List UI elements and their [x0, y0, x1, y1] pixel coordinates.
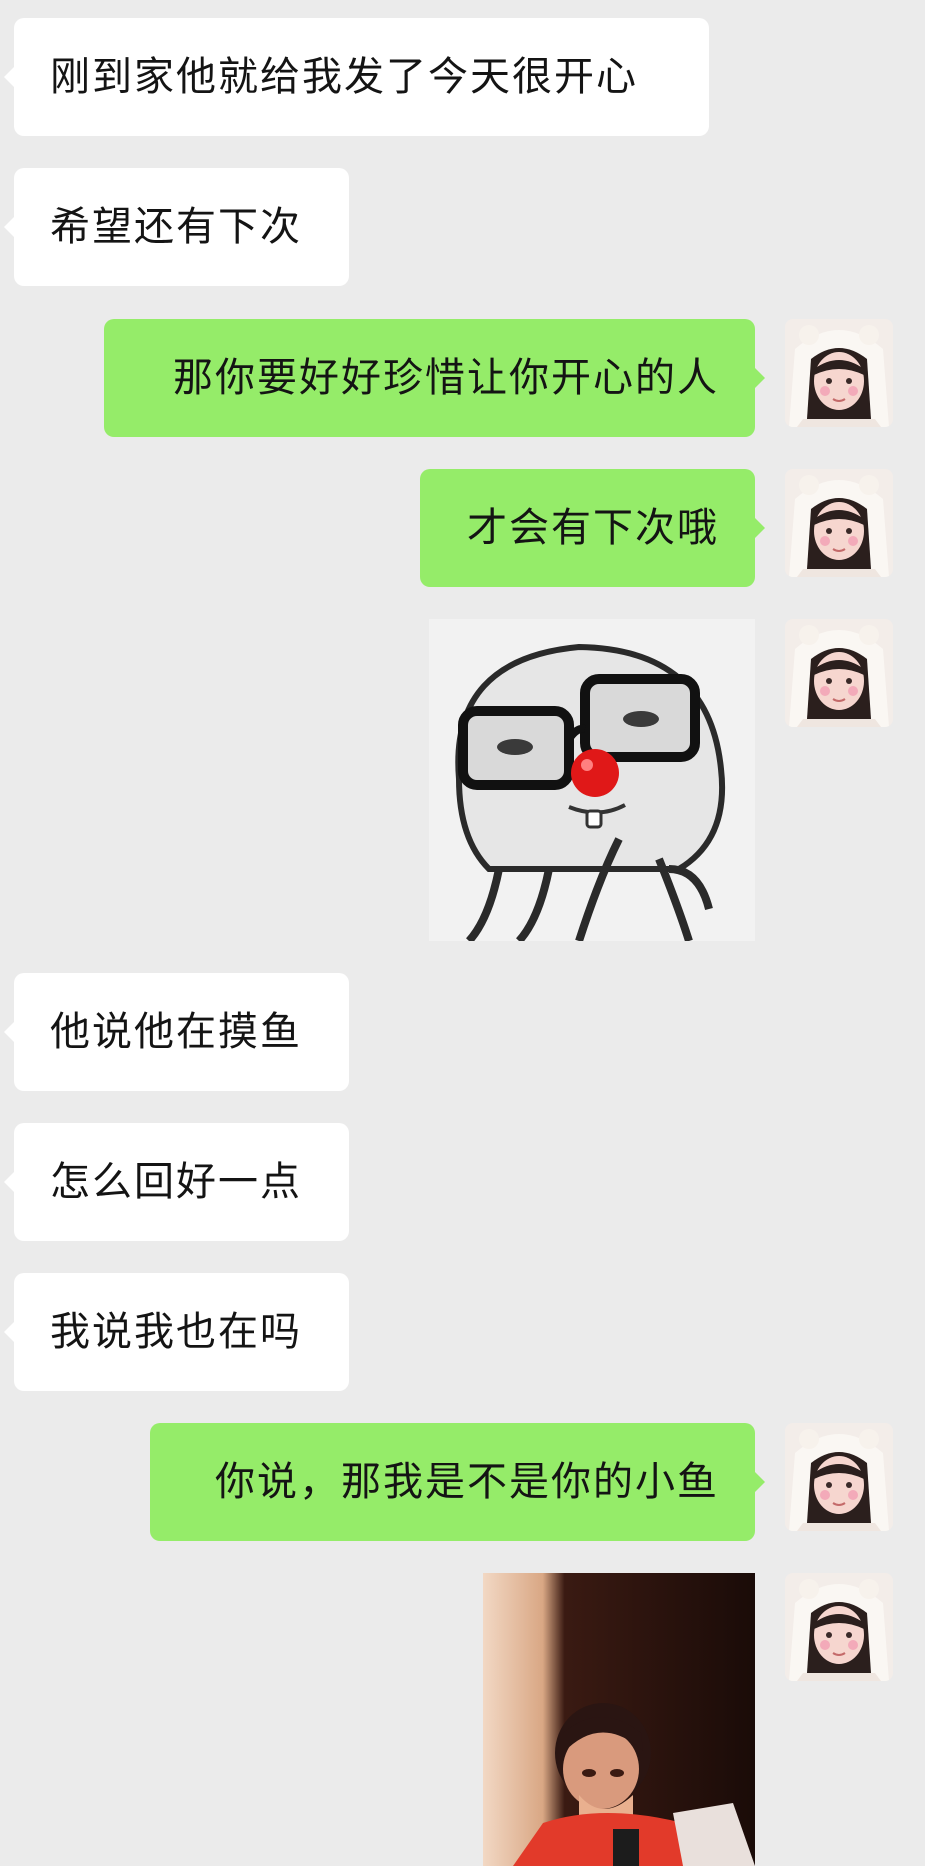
- laughing-girl-photo[interactable]: [483, 1573, 755, 1866]
- chat-thread: 刚到家他就给我发了今天很开心 希望还有下次 那你要好好珍惜让你开心的人 才会有下…: [0, 0, 925, 1866]
- user-avatar[interactable]: [785, 319, 893, 427]
- incoming-message[interactable]: 怎么回好一点: [4, 1123, 349, 1241]
- message-text: 怎么回好一点: [50, 1159, 302, 1205]
- message-text: 希望还有下次: [50, 204, 302, 250]
- incoming-message[interactable]: 我说我也在吗: [4, 1273, 349, 1391]
- avatar-girl-icon: [785, 619, 893, 727]
- message-text: 刚到家他就给我发了今天很开心: [50, 54, 638, 100]
- clown-glasses-sticker[interactable]: [429, 619, 755, 941]
- incoming-message[interactable]: 希望还有下次: [4, 168, 349, 286]
- message-text: 那你要好好珍惜让你开心的人: [173, 355, 719, 401]
- sticker-image-icon: [429, 619, 755, 941]
- message-text: 你说，那我是不是你的小鱼: [215, 1459, 719, 1505]
- incoming-message[interactable]: 他说他在摸鱼: [4, 973, 349, 1091]
- user-avatar[interactable]: [785, 1423, 893, 1531]
- incoming-message[interactable]: 刚到家他就给我发了今天很开心: [4, 18, 709, 136]
- outgoing-message[interactable]: 那你要好好珍惜让你开心的人: [104, 319, 765, 437]
- outgoing-message[interactable]: 才会有下次哦: [420, 469, 765, 587]
- avatar-girl-icon: [785, 319, 893, 427]
- user-avatar[interactable]: [785, 619, 893, 727]
- avatar-girl-icon: [785, 1423, 893, 1531]
- avatar-girl-icon: [785, 469, 893, 577]
- photo-image-icon: [483, 1573, 755, 1866]
- message-text: 他说他在摸鱼: [50, 1009, 302, 1055]
- avatar-girl-icon: [785, 1573, 893, 1681]
- message-text: 才会有下次哦: [467, 505, 719, 551]
- outgoing-message[interactable]: 你说，那我是不是你的小鱼: [150, 1423, 765, 1541]
- user-avatar[interactable]: [785, 1573, 893, 1681]
- message-text: 我说我也在吗: [50, 1309, 302, 1355]
- user-avatar[interactable]: [785, 469, 893, 577]
